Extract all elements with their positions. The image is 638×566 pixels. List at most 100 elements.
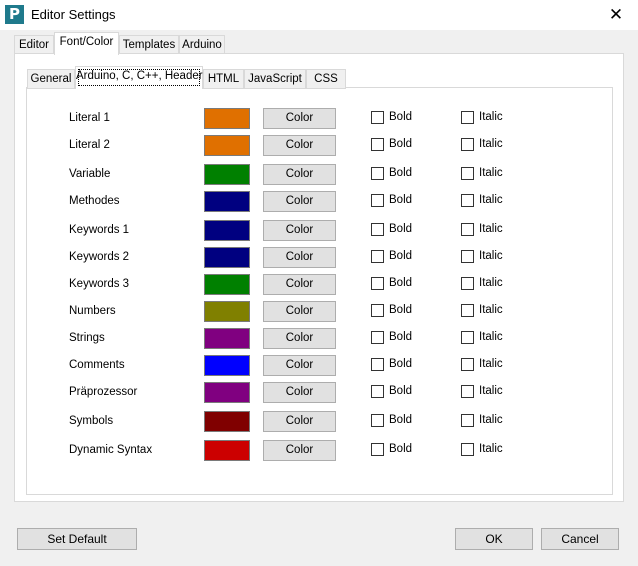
set-default-button[interactable]: Set Default: [17, 528, 137, 550]
italic-checkbox[interactable]: [461, 194, 474, 207]
color-button[interactable]: Color: [263, 274, 336, 295]
bold-checkbox[interactable]: [371, 277, 384, 290]
italic-checkbox[interactable]: [461, 250, 474, 263]
syntax-row-label: Dynamic Syntax: [69, 444, 153, 456]
syntax-row: Präprozessor Color Bold Italic: [0, 382, 638, 404]
italic-label: Italic: [479, 358, 503, 370]
syntax-row-label: Methodes: [69, 195, 120, 207]
syntax-row: Numbers Color Bold Italic: [0, 301, 638, 323]
italic-label: Italic: [479, 223, 503, 235]
color-button[interactable]: Color: [263, 108, 336, 129]
title-bar: P Editor Settings ✕: [0, 0, 638, 30]
bold-label: Bold: [389, 443, 413, 455]
italic-checkbox[interactable]: [461, 304, 474, 317]
italic-label: Italic: [479, 443, 503, 455]
bold-checkbox[interactable]: [371, 223, 384, 236]
italic-label: Italic: [479, 250, 503, 262]
syntax-row: Literal 1 Color Bold Italic: [0, 108, 638, 130]
italic-checkbox[interactable]: [461, 331, 474, 344]
tab-javascript[interactable]: JavaScript: [244, 69, 306, 89]
tab-general[interactable]: General: [27, 69, 75, 89]
syntax-row: Dynamic Syntax Color Bold Italic: [0, 440, 638, 462]
color-swatch: [204, 135, 250, 156]
tab-editor[interactable]: Editor: [14, 35, 54, 55]
tab-arduino-c-cpp-header[interactable]: Arduino, C, C++, Header: [75, 66, 203, 89]
bold-checkbox[interactable]: [371, 414, 384, 427]
italic-checkbox[interactable]: [461, 111, 474, 124]
bold-label: Bold: [389, 194, 413, 206]
color-swatch: [204, 274, 250, 295]
italic-label: Italic: [479, 414, 503, 426]
tab-css[interactable]: CSS: [306, 69, 346, 89]
italic-label: Italic: [479, 331, 503, 343]
italic-checkbox[interactable]: [461, 443, 474, 456]
italic-checkbox[interactable]: [461, 385, 474, 398]
italic-checkbox[interactable]: [461, 358, 474, 371]
tab-arduino[interactable]: Arduino: [179, 35, 225, 55]
color-swatch: [204, 355, 250, 376]
color-button[interactable]: Color: [263, 191, 336, 212]
syntax-row: Keywords 1 Color Bold Italic: [0, 220, 638, 242]
color-swatch: [204, 328, 250, 349]
tab-templates[interactable]: Templates: [119, 35, 179, 55]
color-button[interactable]: Color: [263, 301, 336, 322]
syntax-row-label: Präprozessor: [69, 386, 138, 398]
color-button[interactable]: Color: [263, 247, 336, 268]
color-button[interactable]: Color: [263, 440, 336, 461]
color-swatch: [204, 191, 250, 212]
tab-arduino-c-cpp-header-label: Arduino, C, C++, Header: [76, 70, 203, 82]
italic-label: Italic: [479, 194, 503, 206]
color-button[interactable]: Color: [263, 135, 336, 156]
syntax-row-label: Keywords 2: [69, 251, 130, 263]
cancel-button[interactable]: Cancel: [541, 528, 619, 550]
tab-html[interactable]: HTML: [203, 69, 244, 89]
bold-label: Bold: [389, 138, 413, 150]
italic-label: Italic: [479, 304, 503, 316]
italic-checkbox[interactable]: [461, 167, 474, 180]
color-button[interactable]: Color: [263, 411, 336, 432]
bold-checkbox[interactable]: [371, 138, 384, 151]
bold-checkbox[interactable]: [371, 304, 384, 317]
ok-button[interactable]: OK: [455, 528, 533, 550]
close-icon[interactable]: ✕: [594, 0, 638, 30]
bold-label: Bold: [389, 304, 413, 316]
color-swatch: [204, 382, 250, 403]
syntax-row-label: Keywords 3: [69, 278, 130, 290]
color-swatch: [204, 220, 250, 241]
bold-checkbox[interactable]: [371, 111, 384, 124]
bold-checkbox[interactable]: [371, 443, 384, 456]
bold-label: Bold: [389, 223, 413, 235]
bold-checkbox[interactable]: [371, 250, 384, 263]
color-button[interactable]: Color: [263, 164, 336, 185]
bold-checkbox[interactable]: [371, 358, 384, 371]
color-swatch: [204, 411, 250, 432]
bold-checkbox[interactable]: [371, 194, 384, 207]
bold-checkbox[interactable]: [371, 385, 384, 398]
italic-checkbox[interactable]: [461, 277, 474, 290]
color-swatch: [204, 440, 250, 461]
window-title: Editor Settings: [31, 7, 116, 22]
color-button[interactable]: Color: [263, 328, 336, 349]
syntax-row: Comments Color Bold Italic: [0, 355, 638, 377]
italic-checkbox[interactable]: [461, 414, 474, 427]
syntax-row: Symbols Color Bold Italic: [0, 411, 638, 433]
syntax-row: Keywords 2 Color Bold Italic: [0, 247, 638, 269]
bold-label: Bold: [389, 111, 413, 123]
tab-font-color[interactable]: Font/Color: [54, 32, 119, 55]
italic-checkbox[interactable]: [461, 223, 474, 236]
italic-label: Italic: [479, 111, 503, 123]
bold-label: Bold: [389, 250, 413, 262]
color-button[interactable]: Color: [263, 355, 336, 376]
bold-checkbox[interactable]: [371, 167, 384, 180]
syntax-row: Methodes Color Bold Italic: [0, 191, 638, 213]
syntax-row-label: Literal 1: [69, 112, 110, 124]
color-swatch: [204, 301, 250, 322]
syntax-row: Variable Color Bold Italic: [0, 164, 638, 186]
bold-checkbox[interactable]: [371, 331, 384, 344]
app-icon: P: [5, 5, 24, 24]
italic-checkbox[interactable]: [461, 138, 474, 151]
color-button[interactable]: Color: [263, 382, 336, 403]
bold-label: Bold: [389, 167, 413, 179]
color-button[interactable]: Color: [263, 220, 336, 241]
syntax-row-label: Comments: [69, 359, 125, 371]
